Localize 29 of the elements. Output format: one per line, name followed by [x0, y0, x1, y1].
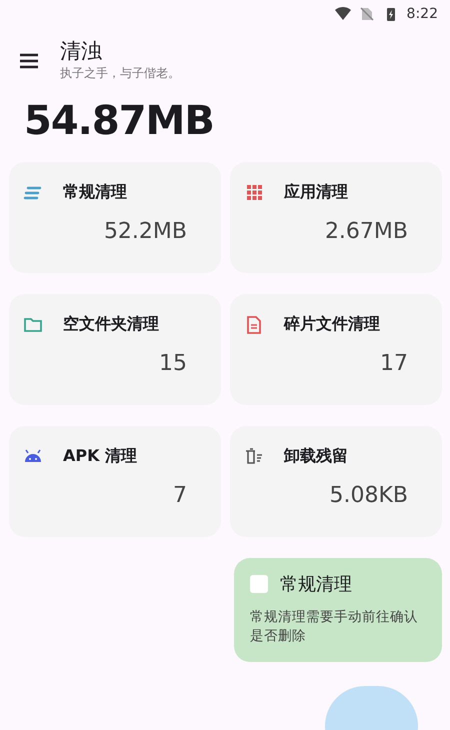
card-value: 2.67MB: [324, 219, 409, 244]
card-value: 17: [379, 351, 409, 376]
card-value: 15: [158, 351, 188, 376]
no-signal-icon: [358, 6, 375, 22]
card-label: 碎片文件清理: [284, 314, 380, 335]
cleanup-card[interactable]: 空文件夹清理 15: [9, 294, 221, 405]
cleanup-card[interactable]: 应用清理 2.67MB: [230, 162, 442, 273]
card-label: 常规清理: [63, 182, 127, 203]
card-label: 卸载残留: [284, 446, 348, 467]
card-value: 52.2MB: [102, 219, 188, 244]
card-label: 应用清理: [284, 182, 348, 203]
toast-title: 常规清理: [280, 573, 352, 596]
card-label: APK 清理: [63, 446, 138, 467]
card-value: 5.08KB: [328, 483, 409, 508]
trash-icon: [244, 446, 264, 466]
cleanup-card[interactable]: 卸载残留 5.08KB: [230, 426, 442, 537]
app-subtitle: 执子之手，与子偕老。: [60, 65, 180, 82]
toast-message: 常规清理需要手动前往确认是否删除: [250, 608, 419, 646]
cleanup-card[interactable]: 常规清理 52.2MB: [9, 162, 221, 273]
status-time: 8:22: [406, 6, 438, 22]
grid-icon: [244, 182, 264, 202]
wifi-icon: [334, 6, 351, 22]
cleanup-card[interactable]: APK 清理 7: [9, 426, 221, 537]
cleanup-card[interactable]: 碎片文件清理 17: [230, 294, 442, 405]
card-label: 空文件夹清理: [63, 314, 159, 335]
app-title: 清浊: [60, 38, 103, 64]
total-size: 54.87MB: [23, 97, 215, 146]
document-icon: [244, 314, 264, 334]
card-value: 7: [172, 483, 188, 508]
